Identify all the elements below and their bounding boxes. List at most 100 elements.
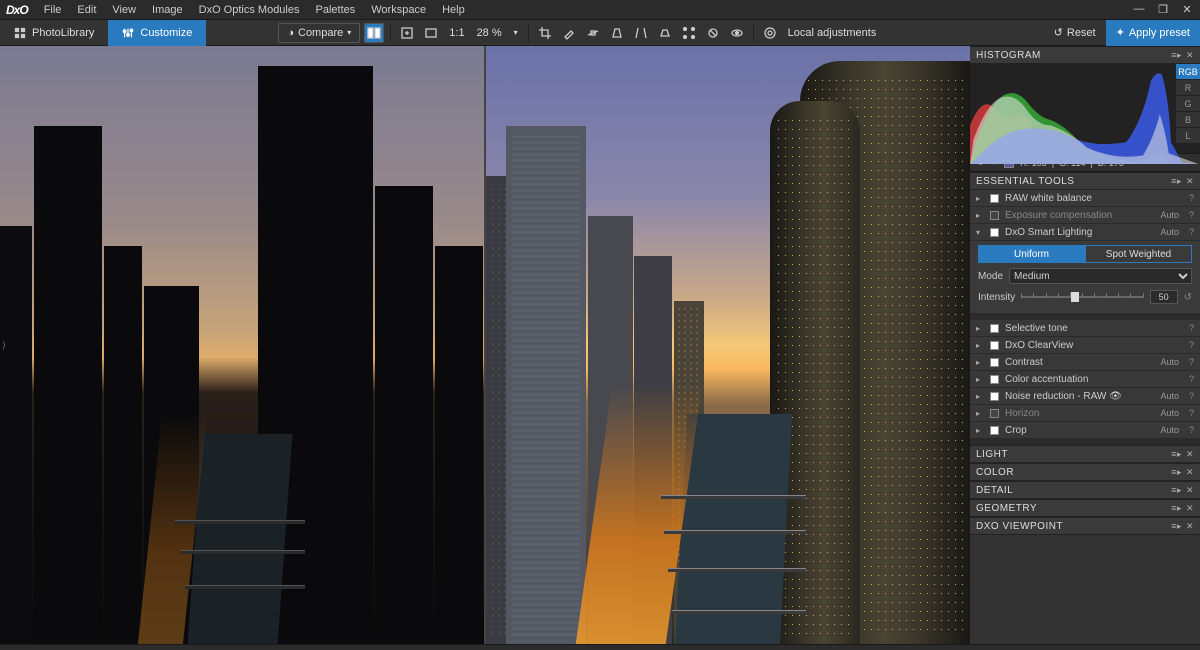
panel-close-icon[interactable]: ✕ <box>1186 485 1194 496</box>
enable-checkbox[interactable] <box>990 324 999 333</box>
histogram-display[interactable]: RGB R G B L <box>970 64 1200 154</box>
disclosure-icon[interactable]: ▸ <box>976 409 984 418</box>
menu-optics[interactable]: DxO Optics Modules <box>191 2 308 18</box>
sidebyside-icon[interactable] <box>364 23 384 43</box>
essential-header[interactable]: ESSENTIAL TOOLS ≡▸✕ <box>970 172 1200 190</box>
enable-checkbox[interactable] <box>990 341 999 350</box>
tool-exposure-compensation[interactable]: ▸Exposure compensationAuto? <box>970 207 1200 224</box>
help-icon[interactable]: ? <box>1189 210 1194 220</box>
menu-edit[interactable]: Edit <box>69 2 104 18</box>
auto-label[interactable]: Auto <box>1160 227 1179 237</box>
help-icon[interactable]: ? <box>1189 374 1194 384</box>
enable-checkbox[interactable] <box>990 211 999 220</box>
disclosure-icon[interactable]: ▸ <box>976 375 984 384</box>
eye-icon[interactable] <box>727 23 747 43</box>
disclosure-icon[interactable]: ▸ <box>976 392 984 401</box>
channel-l[interactable]: L <box>1176 128 1200 144</box>
disclosure-icon[interactable]: ▾ <box>976 228 984 237</box>
enable-checkbox[interactable] <box>990 228 999 237</box>
help-icon[interactable]: ? <box>1189 323 1194 333</box>
channel-b[interactable]: B <box>1176 112 1200 128</box>
points-icon[interactable] <box>679 23 699 43</box>
enable-checkbox[interactable] <box>990 194 999 203</box>
zoom-percent[interactable]: 28 % <box>471 27 508 39</box>
perspective-icon[interactable] <box>607 23 627 43</box>
panel-menu-icon[interactable]: ≡▸ <box>1171 485 1182 496</box>
panel-menu-icon[interactable]: ≡▸ <box>1171 467 1182 478</box>
apply-preset-button[interactable]: ✦ Apply preset <box>1106 20 1200 46</box>
panel-close-icon[interactable]: ✕ <box>1186 449 1194 460</box>
chevron-down-icon[interactable]: ▾ <box>508 28 524 37</box>
image-viewer[interactable] <box>0 46 970 644</box>
menu-help[interactable]: Help <box>434 2 473 18</box>
tool-selective-tone[interactable]: ▸Selective tone? <box>970 320 1200 337</box>
auto-label[interactable]: Auto <box>1160 408 1179 418</box>
tool-dxo-smart-lighting[interactable]: ▾DxO Smart LightingAuto? <box>970 224 1200 241</box>
enable-checkbox[interactable] <box>990 392 999 401</box>
channel-r[interactable]: R <box>1176 80 1200 96</box>
seg-spot[interactable]: Spot Weighted <box>1085 245 1192 263</box>
help-icon[interactable]: ? <box>1189 408 1194 418</box>
panel-menu-icon[interactable]: ≡▸ <box>1171 50 1182 61</box>
section-color[interactable]: COLOR≡▸✕ <box>970 463 1200 481</box>
left-strip-handle[interactable]: ⟩ <box>0 46 8 644</box>
menu-image[interactable]: Image <box>144 2 191 18</box>
section-detail[interactable]: DETAIL≡▸✕ <box>970 481 1200 499</box>
tool-horizon[interactable]: ▸HorizonAuto? <box>970 405 1200 422</box>
minimize-icon[interactable]: — <box>1132 3 1146 16</box>
panel-menu-icon[interactable]: ≡▸ <box>1171 176 1182 187</box>
zoom-ratio[interactable]: 1:1 <box>443 27 470 39</box>
channel-rgb[interactable]: RGB <box>1176 64 1200 80</box>
menu-view[interactable]: View <box>104 2 144 18</box>
rectangle-icon[interactable] <box>655 23 675 43</box>
local-adj-icon[interactable] <box>760 23 780 43</box>
close-icon[interactable]: ✕ <box>1180 3 1194 16</box>
section-dxo-viewpoint[interactable]: DXO VIEWPOINT≡▸✕ <box>970 517 1200 535</box>
before-pane[interactable] <box>0 46 484 644</box>
local-adj-label[interactable]: Local adjustments <box>782 27 883 39</box>
intensity-value[interactable]: 50 <box>1150 290 1178 304</box>
compare-button[interactable]: ◑ Compare ▾ <box>278 23 360 43</box>
help-icon[interactable]: ? <box>1189 425 1194 435</box>
intensity-slider[interactable] <box>1021 291 1143 303</box>
enable-checkbox[interactable] <box>990 358 999 367</box>
mode-select[interactable]: Medium <box>1009 268 1192 284</box>
disclosure-icon[interactable]: ▸ <box>976 426 984 435</box>
auto-label[interactable]: Auto <box>1160 391 1179 401</box>
section-geometry[interactable]: GEOMETRY≡▸✕ <box>970 499 1200 517</box>
horizon-icon[interactable] <box>583 23 603 43</box>
panel-close-icon[interactable]: ✕ <box>1186 521 1194 532</box>
auto-label[interactable]: Auto <box>1160 425 1179 435</box>
panel-close-icon[interactable]: ✕ <box>1186 503 1194 514</box>
reset-slider-icon[interactable]: ↺ <box>1184 292 1192 303</box>
panel-menu-icon[interactable]: ≡▸ <box>1171 503 1182 514</box>
tool-dxo-clearview[interactable]: ▸DxO ClearView? <box>970 337 1200 354</box>
maximize-icon[interactable]: ❐ <box>1156 3 1170 16</box>
tool-noise-reduction-raw-[interactable]: ▸Noise reduction - RAW 👁Auto? <box>970 388 1200 405</box>
histogram-header[interactable]: HISTOGRAM ≡▸✕ <box>970 46 1200 64</box>
help-icon[interactable]: ? <box>1189 227 1194 237</box>
menu-file[interactable]: File <box>36 2 70 18</box>
menu-palettes[interactable]: Palettes <box>308 2 364 18</box>
reset-button[interactable]: ↺ Reset <box>1044 20 1106 46</box>
panel-close-icon[interactable]: ✕ <box>1186 467 1194 478</box>
disclosure-icon[interactable]: ▸ <box>976 324 984 333</box>
repair-icon[interactable] <box>703 23 723 43</box>
after-pane[interactable] <box>486 46 970 644</box>
disclosure-icon[interactable]: ▸ <box>976 194 984 203</box>
tool-contrast[interactable]: ▸ContrastAuto? <box>970 354 1200 371</box>
panel-menu-icon[interactable]: ≡▸ <box>1171 449 1182 460</box>
tool-color-accentuation[interactable]: ▸Color accentuation? <box>970 371 1200 388</box>
disclosure-icon[interactable]: ▸ <box>976 341 984 350</box>
eyedropper-icon[interactable] <box>559 23 579 43</box>
seg-uniform[interactable]: Uniform <box>978 245 1085 263</box>
auto-label[interactable]: Auto <box>1160 357 1179 367</box>
zoom-1to1-icon[interactable] <box>421 23 441 43</box>
section-light[interactable]: LIGHT≡▸✕ <box>970 445 1200 463</box>
help-icon[interactable]: ? <box>1189 391 1194 401</box>
panel-menu-icon[interactable]: ≡▸ <box>1171 521 1182 532</box>
tool-crop[interactable]: ▸CropAuto? <box>970 422 1200 439</box>
help-icon[interactable]: ? <box>1189 357 1194 367</box>
enable-checkbox[interactable] <box>990 409 999 418</box>
help-icon[interactable]: ? <box>1189 193 1194 203</box>
